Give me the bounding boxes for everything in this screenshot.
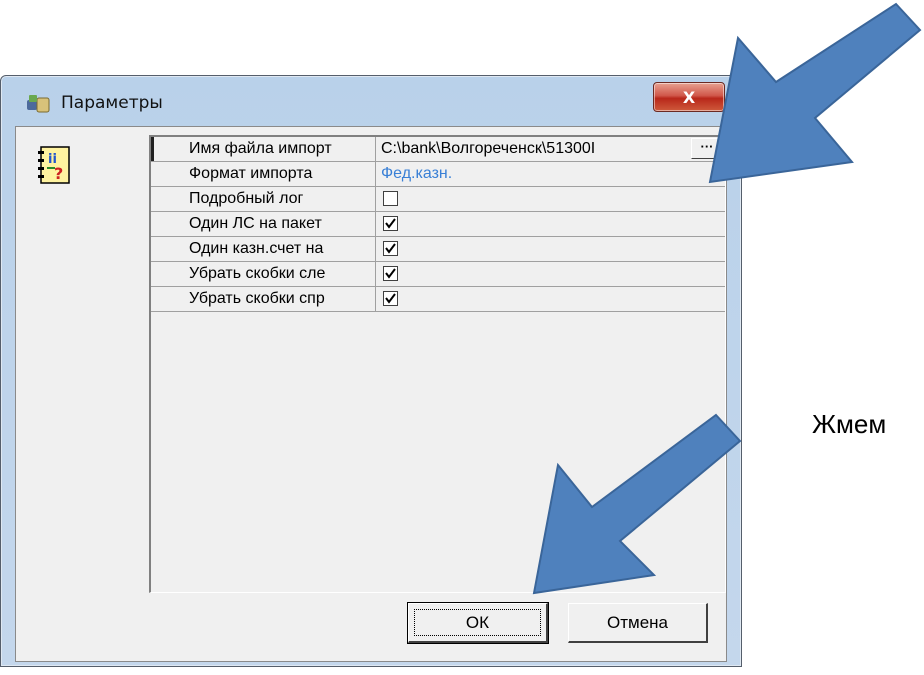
grid-row-remove-brackets-right[interactable]: Убрать скобки спр <box>151 287 725 312</box>
check-icon <box>385 268 396 279</box>
row-key: Один казн.счет на <box>151 237 376 261</box>
import-format-value[interactable]: Фед.казн. <box>377 162 725 186</box>
row-value <box>377 237 725 261</box>
check-icon <box>385 218 396 229</box>
arrow-to-browse-icon <box>708 2 922 184</box>
cancel-button[interactable]: Отмена <box>568 603 708 643</box>
grid-row-remove-brackets-left[interactable]: Убрать скобки сле <box>151 262 725 287</box>
row-key: Убрать скобки сле <box>151 262 376 286</box>
grid-row-one-account-per-packet[interactable]: Один ЛС на пакет <box>151 212 725 237</box>
row-key: Один ЛС на пакет <box>151 212 376 236</box>
row-key: Формат импорта <box>151 162 376 186</box>
row-key: Подробный лог <box>151 187 376 211</box>
remove-brackets-left-checkbox[interactable] <box>383 266 398 281</box>
notebook-help-icon: ii ? <box>38 146 70 184</box>
row-value <box>377 287 725 311</box>
grid-row-one-treasury-account[interactable]: Один казн.счет на <box>151 237 725 262</box>
cancel-label: Отмена <box>607 612 668 632</box>
title-bar[interactable]: Параметры X <box>1 76 741 126</box>
window-title: Параметры <box>61 93 163 113</box>
import-file-path[interactable]: C:\bank\Волгореченск\51300I <box>377 137 725 161</box>
row-key: Убрать скобки спр <box>151 287 376 311</box>
one-account-checkbox[interactable] <box>383 216 398 231</box>
instruction-caption: Жмем <box>812 409 887 439</box>
row-value <box>377 262 725 286</box>
remove-brackets-right-checkbox[interactable] <box>383 291 398 306</box>
focus-rectangle <box>414 609 541 636</box>
grid-row-detailed-log[interactable]: Подробный лог <box>151 187 725 212</box>
check-icon <box>385 243 396 254</box>
row-value <box>377 187 725 211</box>
check-icon <box>385 293 396 304</box>
parameters-icon <box>27 95 50 113</box>
row-key: Имя файла импорт <box>151 137 376 161</box>
grid-row-import-file[interactable]: Имя файла импорт C:\bank\Волгореченск\51… <box>151 137 725 162</box>
arrow-to-ok-icon <box>532 413 742 595</box>
row-value <box>377 212 725 236</box>
grid-row-import-format[interactable]: Формат импорта Фед.казн. <box>151 162 725 187</box>
svg-text:?: ? <box>54 164 63 183</box>
one-treasury-checkbox[interactable] <box>383 241 398 256</box>
ok-button[interactable]: ОК <box>407 602 549 644</box>
detailed-log-checkbox[interactable] <box>383 191 398 206</box>
